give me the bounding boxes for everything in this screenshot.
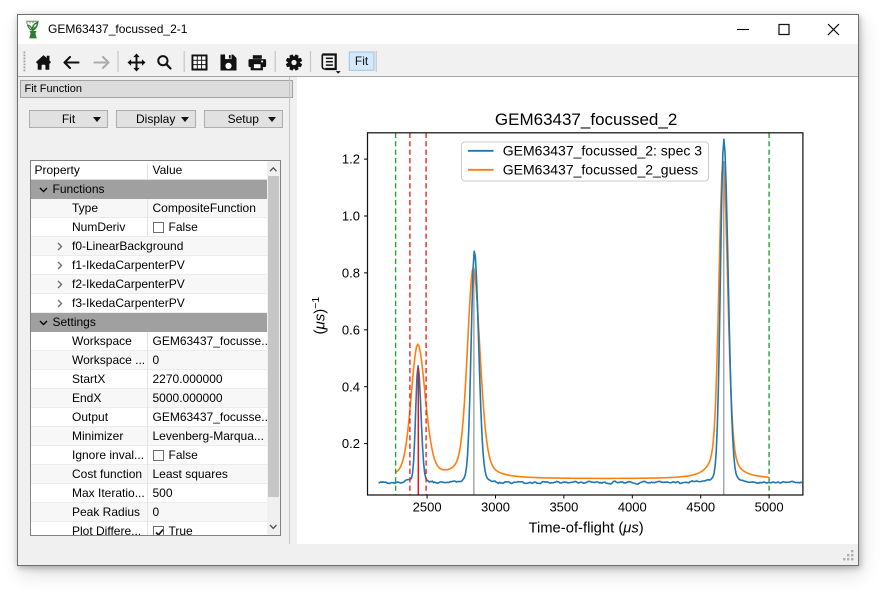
svg-text:Time-of-flight (μs): Time-of-flight (μs) — [528, 520, 643, 536]
svg-text:Fit: Fit — [355, 54, 369, 68]
svg-text:0.6: 0.6 — [341, 322, 359, 337]
svg-text:4000: 4000 — [617, 500, 646, 515]
svg-text:GEM63437_focussed_2_guess: GEM63437_focussed_2_guess — [502, 161, 697, 177]
svg-text:2500: 2500 — [412, 500, 441, 515]
svg-text:1.0: 1.0 — [341, 209, 359, 224]
svg-text:3500: 3500 — [549, 500, 578, 515]
svg-text:0.4: 0.4 — [341, 379, 359, 394]
svg-text:(μs)−1: (μs)−1 — [310, 297, 329, 335]
svg-text:GEM63437_focussed_2: spec 3: GEM63437_focussed_2: spec 3 — [502, 142, 701, 158]
svg-text:0.8: 0.8 — [341, 266, 359, 281]
svg-text:GEM63437_focussed_2: GEM63437_focussed_2 — [494, 110, 676, 129]
svg-text:0.2: 0.2 — [341, 436, 359, 451]
svg-text:3000: 3000 — [481, 500, 510, 515]
svg-text:5000: 5000 — [754, 500, 783, 515]
svg-text:1.2: 1.2 — [341, 152, 359, 167]
svg-text:4500: 4500 — [686, 500, 715, 515]
